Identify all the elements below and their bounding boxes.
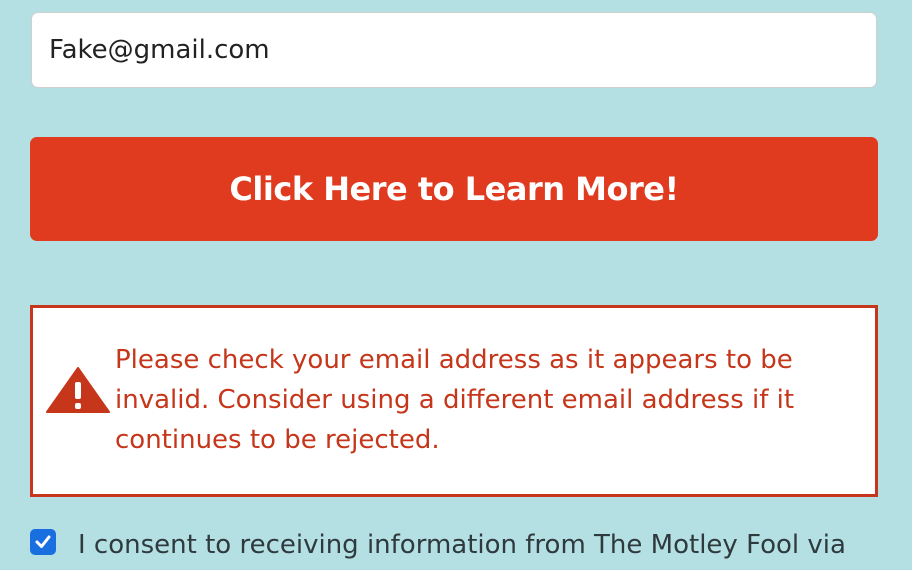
error-message: Please check your email address as it ap… <box>115 345 795 455</box>
consent-checkbox[interactable] <box>30 529 56 555</box>
email-field[interactable] <box>31 12 877 88</box>
checkmark-icon <box>35 535 51 548</box>
email-error-alert: Please check your email address as it ap… <box>30 305 878 497</box>
learn-more-button[interactable]: Click Here to Learn More! <box>30 137 878 241</box>
consent-label: I consent to receiving information from … <box>78 530 846 560</box>
consent-row: I consent to receiving information from … <box>30 526 880 570</box>
warning-icon <box>46 367 110 413</box>
